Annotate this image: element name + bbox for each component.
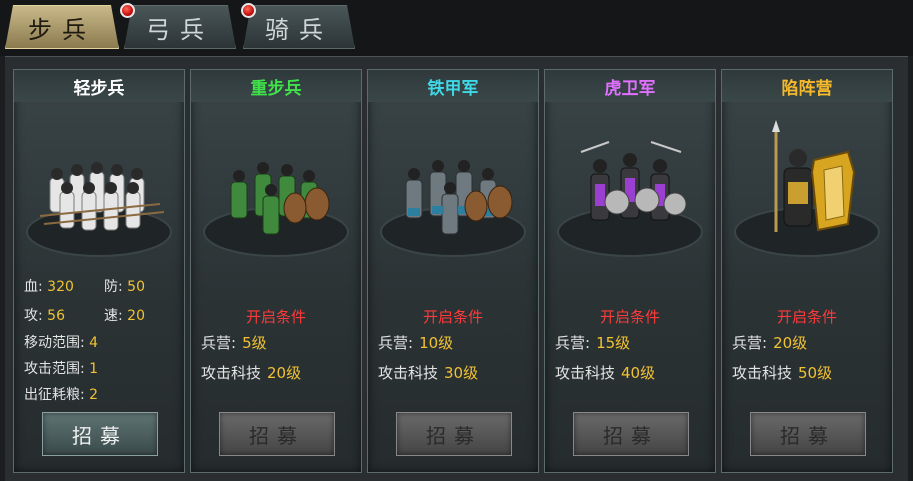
- atk-value: 56: [47, 308, 65, 324]
- def-label: 防:: [104, 279, 123, 295]
- barracks-level: 10级: [419, 334, 454, 352]
- atk-label: 攻:: [24, 308, 43, 324]
- move-range-value: 4: [89, 335, 99, 351]
- unit-card-heavy-infantry: 重步兵 开启条件 兵营: 5级 攻击科技 20级 招募: [190, 69, 362, 473]
- unlock-condition-title: 开启条件: [245, 308, 306, 326]
- spd-label: 速:: [104, 308, 123, 324]
- barracks-requirement: 兵营: 20级: [732, 332, 807, 353]
- move-range-label: 移动范围:: [24, 335, 85, 351]
- unlock-condition-title: 开启条件: [776, 308, 837, 326]
- tech-label: 攻击科技: [201, 364, 262, 382]
- barracks-requirement: 兵营: 15级: [555, 332, 630, 353]
- light-infantry-squad-icon: [26, 162, 172, 257]
- spd-value: 20: [127, 308, 145, 324]
- recruit-button[interactable]: 招募: [573, 412, 689, 456]
- tech-requirement: 攻击科技 50级: [732, 362, 832, 383]
- recruit-button[interactable]: 招募: [42, 412, 158, 456]
- cavalry-notification-badge: [241, 3, 256, 18]
- tab-infantry[interactable]: 步兵: [5, 5, 119, 49]
- barracks-label: 兵营:: [555, 334, 591, 352]
- tech-level: 50级: [798, 364, 833, 382]
- unit-name-text: 轻步兵: [73, 78, 125, 99]
- tech-requirement: 攻击科技 30级: [378, 362, 478, 383]
- unit-card-light-infantry: 轻步兵 血: 320 防: 50 攻: 56 速: 20 移动范围: 4 攻击范…: [13, 69, 185, 473]
- unlock-condition-title: 开启条件: [599, 308, 660, 326]
- iron-armor-squad-icon: [380, 160, 526, 257]
- barracks-label: 兵营:: [201, 334, 237, 352]
- unit-name: 轻步兵: [14, 70, 184, 102]
- tab-cavalry[interactable]: 骑兵: [243, 5, 355, 49]
- def-stat: 防: 50: [104, 276, 145, 296]
- unit-panel: 轻步兵 血: 320 防: 50 攻: 56 速: 20 移动范围: 4 攻击范…: [5, 56, 908, 481]
- attack-range-label: 攻击范围:: [24, 361, 85, 377]
- hp-stat: 血: 320: [24, 276, 74, 296]
- atk-stat: 攻: 56: [24, 305, 65, 325]
- tech-level: 30级: [444, 364, 479, 382]
- recruit-button[interactable]: 招募: [750, 412, 866, 456]
- unit-name-text: 重步兵: [250, 78, 302, 99]
- tech-requirement: 攻击科技 40级: [555, 362, 655, 383]
- archer-notification-badge: [120, 3, 135, 18]
- tech-level: 20级: [267, 364, 302, 382]
- tab-cavalry-label: 骑兵: [265, 15, 333, 44]
- hp-label: 血:: [24, 279, 43, 295]
- attack-range-stat: 攻击范围: 1: [24, 358, 98, 378]
- unit-name: 铁甲军: [368, 70, 538, 102]
- attack-range-value: 1: [89, 361, 99, 377]
- tech-level: 40级: [621, 364, 656, 382]
- tech-requirement: 攻击科技 20级: [201, 362, 301, 383]
- vanguard-camp-squad-icon: [734, 120, 880, 257]
- tech-label: 攻击科技: [732, 364, 793, 382]
- unit-name: 虎卫军: [545, 70, 715, 102]
- unit-name-text: 虎卫军: [604, 78, 656, 99]
- troop-type-tabs: 步兵 弓兵 骑兵: [0, 0, 913, 56]
- tiger-guard-squad-icon: [557, 141, 703, 257]
- barracks-level: 5级: [242, 334, 267, 352]
- food-cost-value: 2: [89, 387, 99, 403]
- recruit-button[interactable]: 招募: [219, 412, 335, 456]
- tech-label: 攻击科技: [378, 364, 439, 382]
- move-range-stat: 移动范围: 4: [24, 332, 98, 352]
- unit-name-text: 陷阵营: [781, 78, 833, 99]
- spd-stat: 速: 20: [104, 305, 145, 325]
- hp-value: 320: [47, 279, 74, 295]
- tab-infantry-label: 步兵: [28, 15, 96, 44]
- tech-label: 攻击科技: [555, 364, 616, 382]
- barracks-requirement: 兵营: 5级: [201, 332, 267, 353]
- tab-archer[interactable]: 弓兵: [124, 5, 236, 49]
- unit-card-iron-armor: 铁甲军 开启条件 兵营: 10级 攻击科技 30级 招募: [367, 69, 539, 473]
- recruit-button[interactable]: 招募: [396, 412, 512, 456]
- unit-name: 陷阵营: [722, 70, 892, 102]
- barracks-label: 兵营:: [732, 334, 768, 352]
- unlock-condition-title: 开启条件: [422, 308, 483, 326]
- barracks-requirement: 兵营: 10级: [378, 332, 453, 353]
- unit-name: 重步兵: [191, 70, 361, 102]
- food-cost-stat: 出征耗粮: 2: [24, 384, 98, 404]
- barracks-level: 15级: [596, 334, 631, 352]
- def-value: 50: [127, 279, 145, 295]
- unit-card-tiger-guard: 虎卫军 开启条件 兵营: 15级 攻击科技 40级 招募: [544, 69, 716, 473]
- food-cost-label: 出征耗粮:: [24, 387, 85, 403]
- barracks-level: 20级: [773, 334, 808, 352]
- heavy-infantry-squad-icon: [203, 162, 349, 257]
- tab-archer-label: 弓兵: [146, 15, 214, 44]
- unit-name-text: 铁甲军: [427, 78, 479, 99]
- barracks-label: 兵营:: [378, 334, 414, 352]
- unit-card-vanguard-camp: 陷阵营 开启条件 兵营: 20级 攻击科技 50级 招募: [721, 69, 893, 473]
